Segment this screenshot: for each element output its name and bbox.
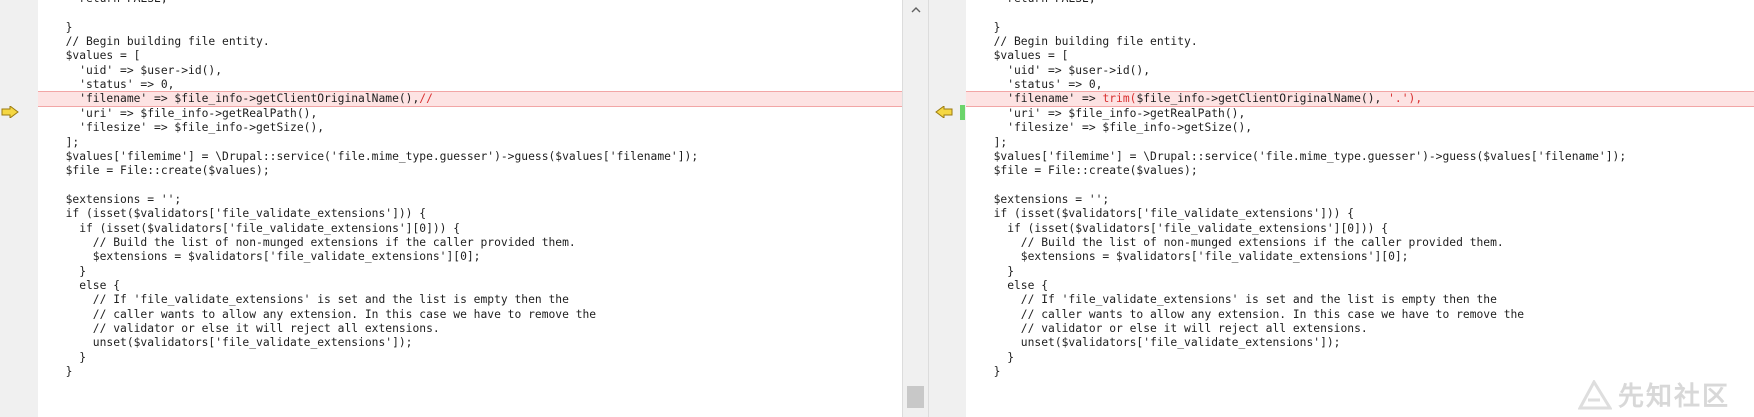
left-code-view[interactable]: return FALSE; } // Begin building file e… (38, 0, 902, 417)
code-text: 'filename' => $file_info->getClientOrigi… (52, 92, 420, 106)
added-text: trim( (1102, 92, 1137, 106)
arrow-left-icon[interactable] (935, 106, 953, 118)
watermark-text: 先知社区 (1617, 382, 1730, 412)
code-text: 'filename' => (980, 92, 1103, 106)
change-marker (960, 105, 965, 120)
code-line[interactable]: } (38, 364, 902, 380)
vertical-scrollbar[interactable] (902, 0, 929, 417)
watermark: 先知社区 (1577, 376, 1730, 413)
left-gutter (0, 0, 38, 417)
right-code-pane[interactable]: return FALSE; } // Begin building file e… (929, 0, 1754, 417)
left-code-pane[interactable]: return FALSE; } // Begin building file e… (0, 0, 902, 417)
scroll-thumb[interactable] (907, 386, 924, 408)
code-text: $file_info->getClientOriginalName(), (1136, 92, 1389, 106)
removed-text: // (419, 92, 433, 106)
watermark-logo-icon (1577, 379, 1612, 409)
arrow-right-icon[interactable] (1, 106, 19, 118)
right-code-view[interactable]: return FALSE; } // Begin building file e… (966, 0, 1754, 417)
right-gutter (929, 0, 966, 417)
added-text: '.'), (1388, 92, 1423, 106)
chevron-up-icon[interactable] (903, 0, 928, 18)
